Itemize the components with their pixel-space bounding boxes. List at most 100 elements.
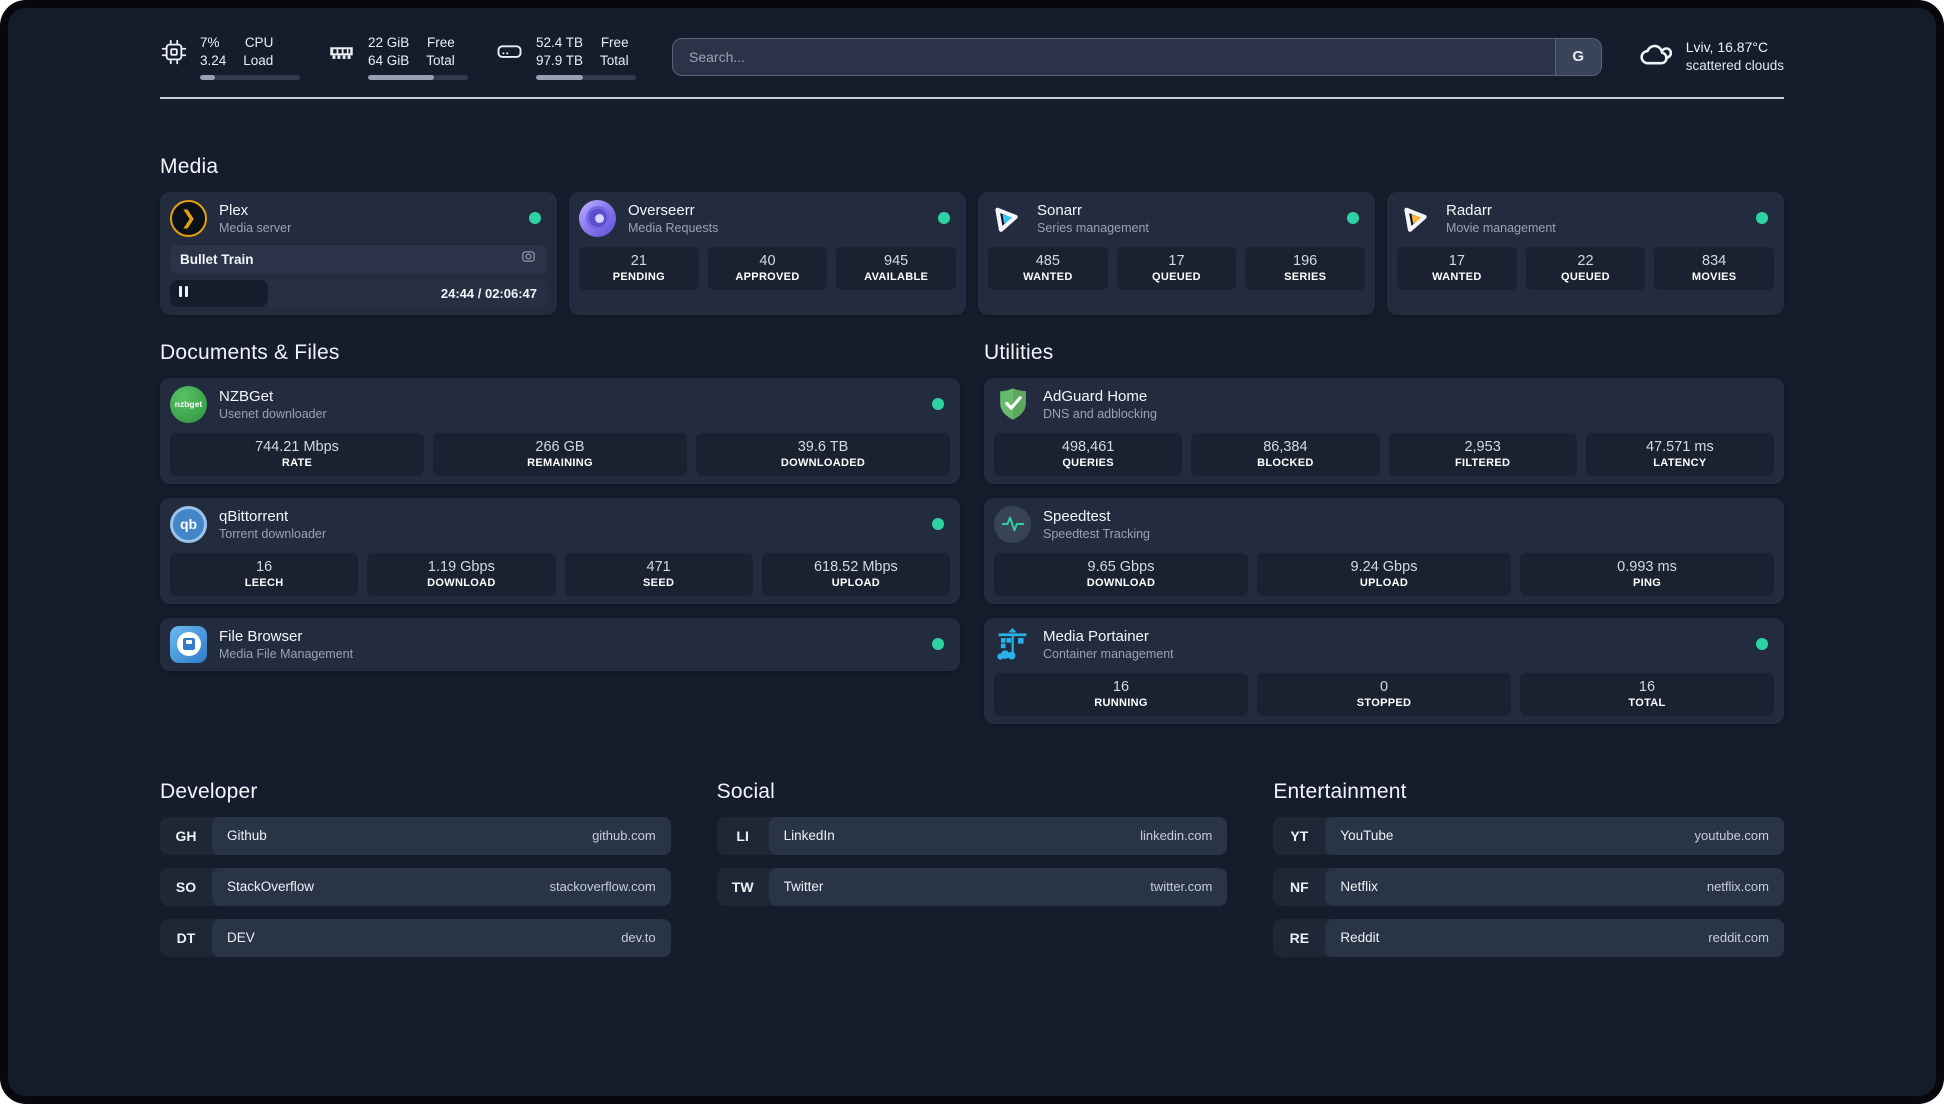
disk-total-value: 97.9 TB xyxy=(536,52,584,68)
bookmark-netflix[interactable]: NF Netflix netflix.com xyxy=(1273,867,1784,906)
playback-elapsed xyxy=(170,279,269,307)
stat-seed: 471 SEED xyxy=(564,552,753,596)
bookmark-name: Reddit xyxy=(1340,930,1380,946)
service-title: Speedtest xyxy=(1043,507,1111,525)
stat-remaining: 266 GB REMAINING xyxy=(433,432,687,476)
disk-free-label: Free xyxy=(600,35,629,50)
overseerr-icon xyxy=(579,199,616,237)
section-documents: Documents & Files nzbget NZBGet Usenet d… xyxy=(160,341,960,724)
stat-available: 945 AVAILABLE xyxy=(836,246,956,290)
bookmark-group-developer: Developer GH Github github.com SO StackO… xyxy=(160,780,671,957)
bookmark-dev[interactable]: DT DEV dev.to xyxy=(160,918,671,957)
search-engine-button[interactable]: G xyxy=(1554,38,1601,75)
service-title: AdGuard Home xyxy=(1043,387,1148,405)
ram-free-value: 22 GiB xyxy=(368,35,410,50)
bookmark-url: linkedin.com xyxy=(1140,828,1213,844)
resource-memory: 22 GiB 64 GiB Free Total xyxy=(328,34,468,80)
service-subtitle: Media server xyxy=(219,220,292,235)
social-section-title: Social xyxy=(716,779,776,803)
service-card-qbittorrent[interactable]: qb qBittorrent Torrent downloader 16 LEE… xyxy=(160,497,960,604)
adguard-icon xyxy=(994,386,1031,423)
weather-condition: scattered clouds xyxy=(1685,58,1784,74)
developer-section-title: Developer xyxy=(160,779,258,803)
bookmark-abbr: TW xyxy=(731,878,754,895)
bookmark-abbr: NF xyxy=(1289,878,1309,895)
bookmark-name: YouTube xyxy=(1340,828,1394,844)
service-card-radarr[interactable]: Radarr Movie management 17 WANTED 22 QUE… xyxy=(1387,191,1784,315)
resource-cpu: 7% 3.24 CPU Load xyxy=(160,34,300,80)
portainer-icon xyxy=(994,626,1031,663)
stat-download: 9.65 Gbps DOWNLOAD xyxy=(994,552,1248,596)
bookmark-abbr: RE xyxy=(1289,929,1310,946)
stat-leech: 16 LEECH xyxy=(170,552,359,596)
ram-free-label: Free xyxy=(427,35,455,50)
ram-total-value: 64 GiB xyxy=(368,52,410,68)
service-card-plex[interactable]: ❯ Plex Media server Bullet Train 24:44 /… xyxy=(160,191,557,315)
nzbget-icon: nzbget xyxy=(170,385,207,423)
resource-widgets: 7% 3.24 CPU Load 22 GiB 64 GiB Free Tota… xyxy=(160,34,636,80)
media-section-title: Media xyxy=(160,154,219,178)
stat-download: 1.19 Gbps DOWNLOAD xyxy=(367,552,556,596)
bookmark-abbr: SO xyxy=(175,878,197,895)
service-card-portainer[interactable]: Media Portainer Container management 16 … xyxy=(984,617,1784,724)
service-card-overseerr[interactable]: Overseerr Media Requests 21 PENDING 40 A… xyxy=(569,191,966,315)
top-bar: 7% 3.24 CPU Load 22 GiB 64 GiB Free Tota… xyxy=(160,34,1784,80)
service-subtitle: DNS and adblocking xyxy=(1043,406,1157,421)
stat-movies: 834 MOVIES xyxy=(1654,246,1774,290)
bookmark-reddit[interactable]: RE Reddit reddit.com xyxy=(1273,918,1784,957)
stat-wanted: 17 WANTED xyxy=(1397,246,1517,290)
service-subtitle: Series management xyxy=(1037,220,1149,235)
weather-widget: Lviv, 16.87°C scattered clouds xyxy=(1638,37,1784,76)
bookmark-stackoverflow[interactable]: SO StackOverflow stackoverflow.com xyxy=(160,867,671,906)
bookmark-linkedin[interactable]: LI LinkedIn linkedin.com xyxy=(716,816,1228,855)
bookmark-name: StackOverflow xyxy=(227,879,315,895)
section-media: Media ❯ Plex Media server Bullet Train 2… xyxy=(160,155,1784,315)
search-input[interactable] xyxy=(673,38,1555,75)
stat-ping: 0.993 ms PING xyxy=(1520,552,1774,596)
service-card-adguard[interactable]: AdGuard Home DNS and adblocking 498,461 … xyxy=(984,377,1784,484)
service-card-sonarr[interactable]: Sonarr Series management 485 WANTED 17 Q… xyxy=(978,191,1375,315)
status-dot xyxy=(1756,212,1768,225)
bookmark-url: stackoverflow.com xyxy=(549,879,656,895)
bookmark-name: Github xyxy=(227,828,267,844)
status-dot xyxy=(932,638,944,651)
bookmark-group-entertainment: Entertainment YT YouTube youtube.com NF … xyxy=(1273,780,1784,957)
service-card-speedtest[interactable]: Speedtest Speedtest Tracking 9.65 Gbps D… xyxy=(984,497,1784,604)
ram-icon xyxy=(328,38,355,65)
pause-icon[interactable] xyxy=(179,284,191,302)
bookmark-name: Netflix xyxy=(1340,879,1378,895)
stat-filtered: 2,953 FILTERED xyxy=(1388,432,1577,476)
stat-upload: 618.52 Mbps UPLOAD xyxy=(761,552,950,596)
status-dot xyxy=(1347,212,1359,225)
bookmark-twitter[interactable]: TW Twitter twitter.com xyxy=(716,867,1228,906)
disk-total-label: Total xyxy=(600,52,629,68)
service-card-filebrowser[interactable]: File Browser Media File Management xyxy=(160,617,960,671)
cpu-progress-bar xyxy=(200,74,300,80)
stat-stopped: 0 STOPPED xyxy=(1257,672,1511,716)
stat-latency: 47.571 ms LATENCY xyxy=(1585,432,1774,476)
bookmark-url: twitter.com xyxy=(1150,879,1213,895)
weather-location-temp: Lviv, 16.87°C xyxy=(1685,38,1769,55)
status-dot xyxy=(932,518,944,531)
disk-progress-bar xyxy=(536,74,636,80)
cpu-load-label: Load xyxy=(243,52,274,68)
bookmark-youtube[interactable]: YT YouTube youtube.com xyxy=(1273,816,1784,855)
service-subtitle: Usenet downloader xyxy=(219,406,327,421)
documents-section-title: Documents & Files xyxy=(160,340,340,364)
service-subtitle: Torrent downloader xyxy=(219,526,327,541)
stat-pending: 21 PENDING xyxy=(579,246,699,290)
service-card-nzbget[interactable]: nzbget NZBGet Usenet downloader 744.21 M… xyxy=(160,377,960,484)
bookmark-github[interactable]: GH Github github.com xyxy=(160,816,671,855)
stat-blocked: 86,384 BLOCKED xyxy=(1191,432,1380,476)
service-title: Sonarr xyxy=(1037,201,1083,219)
cpu-icon xyxy=(160,38,187,65)
bookmark-abbr: LI xyxy=(736,827,749,844)
service-subtitle: Movie management xyxy=(1446,220,1556,235)
header-divider xyxy=(160,96,1784,99)
filebrowser-icon xyxy=(170,625,207,663)
status-dot xyxy=(1756,638,1768,651)
radarr-icon xyxy=(1397,200,1434,237)
sonarr-icon xyxy=(988,200,1025,237)
now-playing-title: Bullet Train xyxy=(180,251,254,267)
service-subtitle: Media Requests xyxy=(628,220,719,235)
